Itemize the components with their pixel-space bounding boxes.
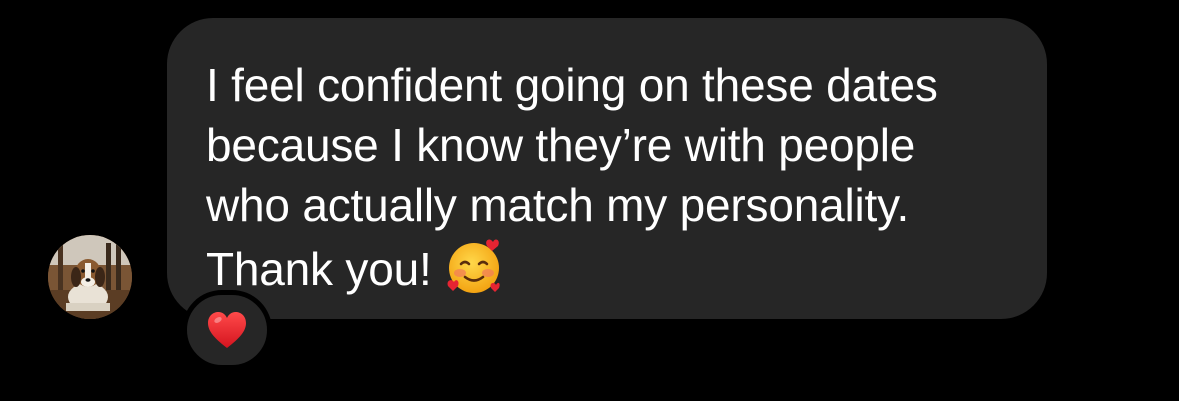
message-bubble[interactable]: I feel confident going on these dates be…	[167, 18, 1047, 319]
red-heart-icon	[208, 312, 246, 348]
smiling-face-with-hearts-icon	[444, 235, 506, 297]
dog-photo-avatar	[48, 235, 132, 319]
message-line-2: because I know they’re with people	[206, 119, 916, 171]
message-line-4-text: Thank you!	[206, 243, 432, 295]
sender-avatar[interactable]	[48, 235, 132, 319]
message-line-4: Thank you!	[206, 235, 1007, 299]
heart-reaction[interactable]	[182, 290, 272, 370]
message-line-3: who actually match my personality.	[206, 179, 910, 231]
message-line-1: I feel confident going on these dates	[206, 59, 938, 111]
